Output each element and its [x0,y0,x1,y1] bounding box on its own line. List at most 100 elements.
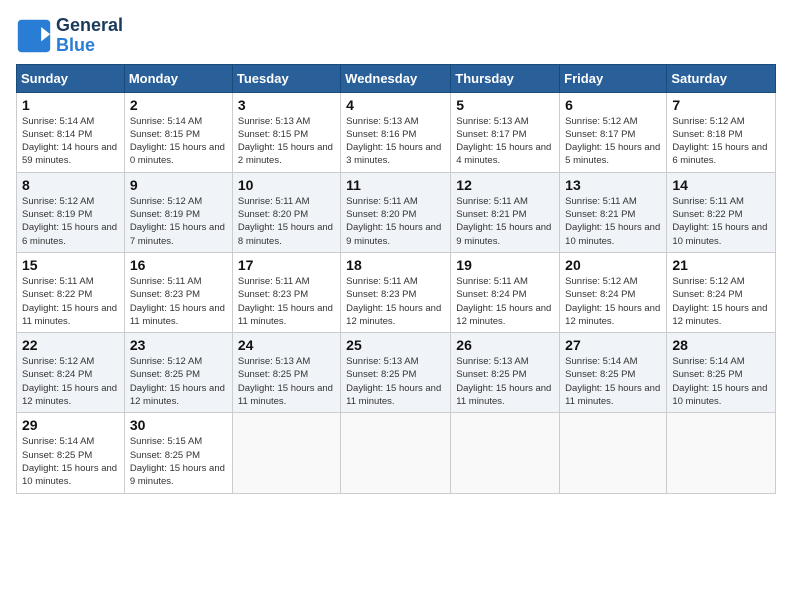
day-detail: Sunrise: 5:13 AMSunset: 8:25 PMDaylight:… [456,355,554,408]
calendar-cell: 26 Sunrise: 5:13 AMSunset: 8:25 PMDayligh… [451,333,560,413]
day-detail: Sunrise: 5:12 AMSunset: 8:17 PMDaylight:… [565,115,661,168]
day-number: 20 [565,257,661,273]
day-number: 13 [565,177,661,193]
day-detail: Sunrise: 5:13 AMSunset: 8:17 PMDaylight:… [456,115,554,168]
calendar-cell: 12 Sunrise: 5:11 AMSunset: 8:21 PMDayligh… [451,172,560,252]
calendar-cell [451,413,560,493]
weekday-header-sunday: Sunday [17,64,125,92]
logo-icon [16,18,52,54]
day-number: 26 [456,337,554,353]
calendar-cell: 10 Sunrise: 5:11 AMSunset: 8:20 PMDayligh… [232,172,340,252]
day-detail: Sunrise: 5:12 AMSunset: 8:19 PMDaylight:… [22,195,119,248]
day-number: 6 [565,97,661,113]
day-detail: Sunrise: 5:11 AMSunset: 8:22 PMDaylight:… [672,195,770,248]
day-number: 30 [130,417,227,433]
day-detail: Sunrise: 5:13 AMSunset: 8:25 PMDaylight:… [238,355,335,408]
calendar-cell: 4 Sunrise: 5:13 AMSunset: 8:16 PMDaylight… [341,92,451,172]
calendar-week-row: 29 Sunrise: 5:14 AMSunset: 8:25 PMDayligh… [17,413,776,493]
day-detail: Sunrise: 5:11 AMSunset: 8:23 PMDaylight:… [130,275,227,328]
calendar-week-row: 22Sunrise: 5:12 AMSunset: 8:24 PMDayligh… [17,333,776,413]
calendar-cell: 27Sunrise: 5:14 AMSunset: 8:25 PMDayligh… [560,333,667,413]
calendar-cell [232,413,340,493]
day-detail: Sunrise: 5:12 AMSunset: 8:19 PMDaylight:… [130,195,227,248]
day-detail: Sunrise: 5:11 AMSunset: 8:23 PMDaylight:… [346,275,445,328]
day-detail: Sunrise: 5:14 AMSunset: 8:25 PMDaylight:… [672,355,770,408]
day-detail: Sunrise: 5:13 AMSunset: 8:16 PMDaylight:… [346,115,445,168]
day-detail: Sunrise: 5:15 AMSunset: 8:25 PMDaylight:… [130,435,227,488]
day-number: 11 [346,177,445,193]
calendar-cell [667,413,776,493]
logo: General Blue [16,16,123,56]
day-number: 9 [130,177,227,193]
day-number: 17 [238,257,335,273]
day-detail: Sunrise: 5:12 AMSunset: 8:18 PMDaylight:… [672,115,770,168]
calendar-cell: 7 Sunrise: 5:12 AMSunset: 8:18 PMDaylight… [667,92,776,172]
calendar-cell: 16 Sunrise: 5:11 AMSunset: 8:23 PMDayligh… [124,252,232,332]
day-number: 28 [672,337,770,353]
day-detail: Sunrise: 5:11 AMSunset: 8:21 PMDaylight:… [565,195,661,248]
calendar-cell: 23 Sunrise: 5:12 AMSunset: 8:25 PMDayligh… [124,333,232,413]
calendar-cell: 11Sunrise: 5:11 AMSunset: 8:20 PMDayligh… [341,172,451,252]
day-number: 2 [130,97,227,113]
day-number: 27 [565,337,661,353]
day-detail: Sunrise: 5:12 AMSunset: 8:24 PMDaylight:… [565,275,661,328]
day-detail: Sunrise: 5:12 AMSunset: 8:24 PMDaylight:… [22,355,119,408]
day-detail: Sunrise: 5:14 AMSunset: 8:14 PMDaylight:… [22,115,119,168]
day-number: 19 [456,257,554,273]
day-number: 16 [130,257,227,273]
day-number: 15 [22,257,119,273]
calendar-cell: 5 Sunrise: 5:13 AMSunset: 8:17 PMDaylight… [451,92,560,172]
calendar-cell: 14 Sunrise: 5:11 AMSunset: 8:22 PMDayligh… [667,172,776,252]
calendar-cell: 22Sunrise: 5:12 AMSunset: 8:24 PMDayligh… [17,333,125,413]
calendar-cell: 1 Sunrise: 5:14 AMSunset: 8:14 PMDaylight… [17,92,125,172]
calendar-cell: 13 Sunrise: 5:11 AMSunset: 8:21 PMDayligh… [560,172,667,252]
day-number: 3 [238,97,335,113]
weekday-header-tuesday: Tuesday [232,64,340,92]
day-detail: Sunrise: 5:11 AMSunset: 8:21 PMDaylight:… [456,195,554,248]
day-detail: Sunrise: 5:12 AMSunset: 8:25 PMDaylight:… [130,355,227,408]
calendar-cell: 19 Sunrise: 5:11 AMSunset: 8:24 PMDayligh… [451,252,560,332]
calendar-cell [560,413,667,493]
calendar-cell: 2 Sunrise: 5:14 AMSunset: 8:15 PMDaylight… [124,92,232,172]
calendar-cell: 20 Sunrise: 5:12 AMSunset: 8:24 PMDayligh… [560,252,667,332]
calendar-cell: 18 Sunrise: 5:11 AMSunset: 8:23 PMDayligh… [341,252,451,332]
calendar-cell: 6 Sunrise: 5:12 AMSunset: 8:17 PMDaylight… [560,92,667,172]
calendar-cell: 9 Sunrise: 5:12 AMSunset: 8:19 PMDaylight… [124,172,232,252]
day-number: 10 [238,177,335,193]
weekday-header-wednesday: Wednesday [341,64,451,92]
day-detail: Sunrise: 5:11 AMSunset: 8:23 PMDaylight:… [238,275,335,328]
weekday-header-thursday: Thursday [451,64,560,92]
day-detail: Sunrise: 5:13 AMSunset: 8:25 PMDaylight:… [346,355,445,408]
day-number: 5 [456,97,554,113]
calendar-cell: 25Sunrise: 5:13 AMSunset: 8:25 PMDayligh… [341,333,451,413]
day-number: 29 [22,417,119,433]
day-number: 18 [346,257,445,273]
day-number: 7 [672,97,770,113]
day-detail: Sunrise: 5:11 AMSunset: 8:24 PMDaylight:… [456,275,554,328]
day-number: 8 [22,177,119,193]
day-number: 14 [672,177,770,193]
calendar-cell: 3 Sunrise: 5:13 AMSunset: 8:15 PMDaylight… [232,92,340,172]
calendar-week-row: 1 Sunrise: 5:14 AMSunset: 8:14 PMDaylight… [17,92,776,172]
day-number: 12 [456,177,554,193]
calendar-table: SundayMondayTuesdayWednesdayThursdayFrid… [16,64,776,494]
calendar-cell: 17 Sunrise: 5:11 AMSunset: 8:23 PMDayligh… [232,252,340,332]
calendar-week-row: 15 Sunrise: 5:11 AMSunset: 8:22 PMDayligh… [17,252,776,332]
weekday-header-friday: Friday [560,64,667,92]
calendar-cell: 28 Sunrise: 5:14 AMSunset: 8:25 PMDayligh… [667,333,776,413]
calendar-cell: 29 Sunrise: 5:14 AMSunset: 8:25 PMDayligh… [17,413,125,493]
day-number: 1 [22,97,119,113]
day-detail: Sunrise: 5:11 AMSunset: 8:20 PMDaylight:… [238,195,335,248]
calendar-cell [341,413,451,493]
logo-blue: Blue [56,36,123,56]
day-detail: Sunrise: 5:11 AMSunset: 8:22 PMDaylight:… [22,275,119,328]
weekday-header-row: SundayMondayTuesdayWednesdayThursdayFrid… [17,64,776,92]
day-detail: Sunrise: 5:12 AMSunset: 8:24 PMDaylight:… [672,275,770,328]
day-number: 23 [130,337,227,353]
day-detail: Sunrise: 5:13 AMSunset: 8:15 PMDaylight:… [238,115,335,168]
day-detail: Sunrise: 5:14 AMSunset: 8:15 PMDaylight:… [130,115,227,168]
calendar-cell: 21Sunrise: 5:12 AMSunset: 8:24 PMDayligh… [667,252,776,332]
day-detail: Sunrise: 5:14 AMSunset: 8:25 PMDaylight:… [22,435,119,488]
calendar-cell: 8 Sunrise: 5:12 AMSunset: 8:19 PMDaylight… [17,172,125,252]
day-number: 4 [346,97,445,113]
